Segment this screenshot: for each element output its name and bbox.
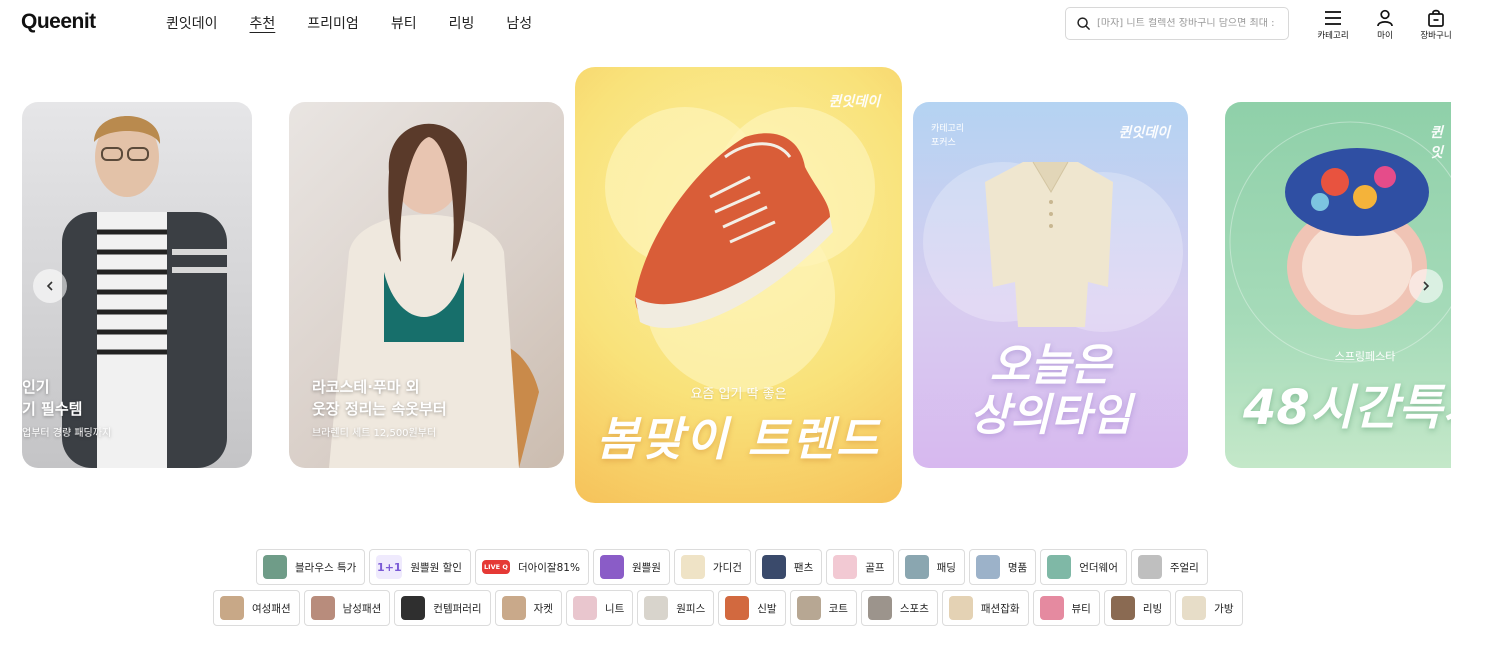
chip-contemporary[interactable]: 컨템퍼러리: [394, 590, 491, 626]
chip-underwear[interactable]: 언더웨어: [1040, 549, 1127, 585]
chip-one-plus-one-sale[interactable]: 1+1 원쁠원 할인: [369, 549, 471, 585]
banner-title-line1: 오늘은: [989, 340, 1112, 391]
men-fashion-icon: [310, 596, 335, 620]
coat-icon: [796, 596, 821, 620]
nav-item-queenit-day[interactable]: 퀸잇데이: [166, 14, 218, 34]
living-icon: [1110, 596, 1135, 620]
chip-men-fashion[interactable]: 남성패션: [303, 590, 391, 626]
chip-beauty[interactable]: 뷰티: [1032, 590, 1100, 626]
bag-icon: [1428, 9, 1444, 27]
menu-icon: [1325, 11, 1341, 25]
my-label: 마이: [1377, 31, 1393, 41]
user-icon: [1377, 9, 1393, 27]
brand-watermark: 퀸잇: [1430, 125, 1443, 161]
banner-title: 48시간특가: [1243, 380, 1451, 436]
chip-luxury[interactable]: 명품: [968, 549, 1037, 585]
chip-live[interactable]: LIVE Q 더아이잘81%: [474, 549, 589, 585]
banner-line1: 라코스테·푸마 외: [312, 378, 420, 396]
one-plus-one-icon: 1+1: [376, 555, 403, 579]
sports-icon: [867, 596, 892, 620]
blouse-icon: [263, 555, 287, 579]
banner-card-underwear[interactable]: 라코스테·푸마 외 웃장 정리는 속옷부터 브라렌티 세트 12,500원부터: [289, 102, 564, 468]
banner-card-spring-trend[interactable]: 퀸잇데이 요즘 입기 딱 좋은 봄맞이 트렌드: [575, 67, 902, 503]
tv-icon: [599, 555, 624, 579]
chip-fashion-goods[interactable]: 패션잡화: [941, 590, 1029, 626]
banner-title: 봄맞이 트렌드: [596, 412, 881, 466]
category-button[interactable]: 카테고리: [1311, 9, 1355, 41]
chip-knit[interactable]: 니트: [565, 590, 634, 626]
fashion-goods-icon: [948, 596, 973, 620]
banner-line3: 업부터 경량 패딩까지: [22, 428, 112, 439]
pants-icon: [761, 555, 786, 579]
bag-icon: [1182, 596, 1207, 620]
dress-icon: [644, 596, 669, 620]
my-button[interactable]: 마이: [1363, 9, 1407, 41]
chip-golf[interactable]: 골프: [826, 549, 894, 585]
banner-text: 인기 기 필수템 업부터 경량 패딩까지: [22, 376, 111, 439]
nav-item-living[interactable]: 리빙: [449, 14, 475, 34]
jacket-icon: [501, 596, 526, 620]
category-label: 카테고리: [1317, 31, 1349, 41]
category-focus-label: 카테고리 포커스: [931, 122, 964, 150]
search-input[interactable]: [1097, 18, 1287, 29]
chip-women-fashion[interactable]: 여성패션: [213, 590, 300, 626]
search-bar[interactable]: [1065, 7, 1289, 40]
focus-line1: 카테고리: [931, 124, 965, 134]
brand-watermark: 퀸잇데이: [828, 94, 880, 110]
nav-item-beauty[interactable]: 뷰티: [391, 14, 417, 34]
chip-shoes[interactable]: 신발: [718, 590, 786, 626]
padding-icon: [904, 555, 929, 579]
beauty-icon: [1039, 596, 1064, 620]
nav-item-premium[interactable]: 프리미엄: [307, 14, 359, 34]
chip-coat[interactable]: 코트: [789, 590, 857, 626]
chip-bag[interactable]: 가방: [1175, 590, 1243, 626]
jewelry-icon: [1137, 555, 1162, 579]
chip-one-plus-one[interactable]: 원쁠원: [592, 549, 670, 585]
nav-item-men[interactable]: 남성: [506, 14, 532, 34]
chip-jacket[interactable]: 자켓: [494, 590, 562, 626]
chip-blouse-sale[interactable]: 블라우스 특가: [256, 549, 366, 585]
chevron-right-icon: [1423, 281, 1430, 291]
header: Queenit 퀸잇데이 추천 프리미엄 뷰티 리빙 남성 카테고리 마이 장바…: [0, 0, 1501, 48]
chip-sports[interactable]: 스포츠: [860, 590, 938, 626]
banner-line3: 브라렌티 세트 12,500원부터: [312, 428, 437, 439]
focus-line2: 포커스: [931, 138, 956, 148]
chip-living[interactable]: 리빙: [1103, 590, 1172, 626]
cart-label: 장바구니: [1420, 31, 1452, 41]
golf-icon: [833, 555, 858, 579]
banner-subtitle: 스프링페스타: [1334, 350, 1396, 363]
banner-line1: 인기: [22, 378, 50, 396]
nav-item-recommend[interactable]: 추천: [250, 14, 276, 34]
category-chip-row-1: 블라우스 특가 1+1 원쁠원 할인 LIVE Q 더아이잘81% 원쁠원 가디건 …: [256, 549, 1208, 585]
carousel-next-button[interactable]: [1409, 269, 1443, 303]
banner-title-line2: 상의타임: [969, 390, 1132, 441]
cart-button[interactable]: 장바구니: [1414, 9, 1458, 41]
chip-padding[interactable]: 패딩: [897, 549, 965, 585]
women-fashion-icon: [220, 596, 244, 620]
banner-line2: 기 필수템: [22, 400, 83, 418]
banner-line2: 웃장 정리는 속옷부터: [312, 400, 447, 418]
banner-subtitle: 요즘 입기 딱 좋은: [690, 387, 787, 402]
chip-cardigan[interactable]: 가디건: [673, 549, 751, 585]
logo[interactable]: Queenit: [21, 10, 96, 34]
chip-dress[interactable]: 원피스: [637, 590, 715, 626]
main-nav: 퀸잇데이 추천 프리미엄 뷰티 리빙 남성: [166, 14, 564, 34]
knit-icon: [572, 596, 597, 620]
banner-text: 라코스테·푸마 외 웃장 정리는 속옷부터 브라렌티 세트 12,500원부터: [312, 376, 447, 439]
contemporary-icon: [401, 596, 426, 620]
banner-card-top-time[interactable]: 카테고리 포커스 퀸잇데이 오늘은 상의타임: [913, 102, 1188, 468]
chip-jewelry[interactable]: 주얼리: [1130, 549, 1208, 585]
luxury-bag-icon: [975, 555, 1000, 579]
shoe-icon: [725, 596, 750, 620]
cardigan-icon: [680, 555, 705, 579]
carousel-prev-button[interactable]: [33, 269, 67, 303]
underwear-icon: [1047, 555, 1072, 579]
live-badge-icon: LIVE Q: [481, 560, 510, 574]
chevron-left-icon: [46, 281, 53, 291]
category-chip-row-2: 여성패션 남성패션 컨템퍼러리 자켓 니트 원피스 신발 코트 스포츠 패션잡화…: [213, 590, 1243, 626]
search-icon[interactable]: [1076, 16, 1091, 31]
chip-pants[interactable]: 팬츠: [754, 549, 823, 585]
brand-watermark: 퀸잇데이: [1118, 125, 1170, 141]
